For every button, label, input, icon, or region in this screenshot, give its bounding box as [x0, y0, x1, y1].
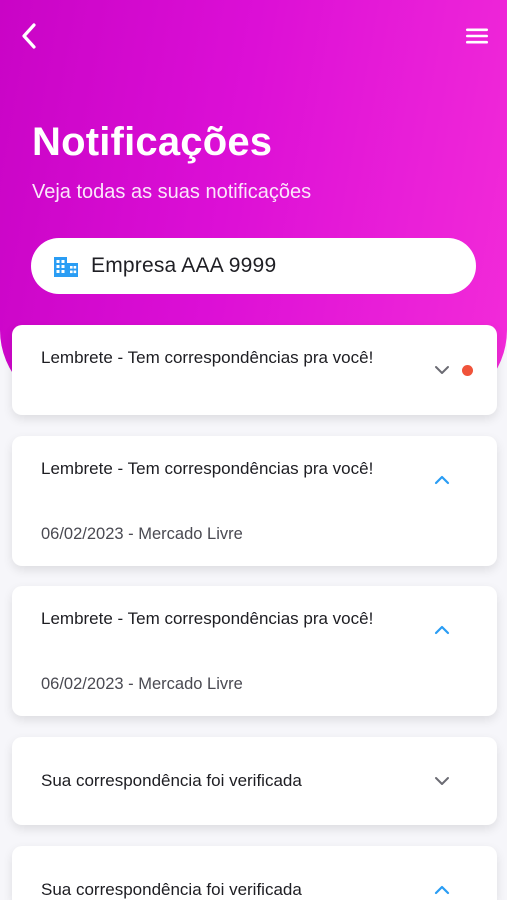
- notification-card[interactable]: Sua correspondência foi verificada: [12, 737, 497, 825]
- notification-card[interactable]: Lembrete - Tem correspondências pra você…: [12, 436, 497, 566]
- notification-title: Sua correspondência foi verificada: [41, 771, 302, 790]
- top-bar: [0, 0, 507, 72]
- company-name: Empresa AAA 9999: [91, 254, 277, 277]
- menu-button[interactable]: [463, 22, 491, 50]
- notification-title: Sua correspondência foi verificada: [41, 880, 302, 899]
- chevron-down-icon[interactable]: [433, 361, 451, 379]
- page-subtitle: Veja todas as suas notificações: [32, 181, 312, 203]
- chevron-left-icon: [22, 23, 36, 49]
- chevron-up-icon[interactable]: [433, 621, 451, 639]
- back-button[interactable]: [14, 20, 44, 52]
- notification-card[interactable]: Lembrete - Tem correspondências pra você…: [12, 586, 497, 716]
- notification-meta: 06/02/2023 - Mercado Livre: [41, 675, 243, 693]
- unread-dot-icon: [462, 365, 473, 376]
- notification-card[interactable]: Sua correspondência foi verificada: [12, 846, 497, 900]
- notification-meta: 06/02/2023 - Mercado Livre: [41, 525, 243, 543]
- page-title: Notificações: [32, 120, 273, 164]
- chevron-up-icon[interactable]: [433, 881, 451, 899]
- chevron-down-icon[interactable]: [433, 772, 451, 790]
- notification-title: Lembrete - Tem correspondências pra você…: [41, 609, 374, 628]
- chevron-up-icon[interactable]: [433, 471, 451, 489]
- notification-title: Lembrete - Tem correspondências pra você…: [41, 348, 374, 367]
- building-icon: [53, 254, 79, 278]
- hamburger-menu-icon: [466, 28, 488, 44]
- company-selector[interactable]: Empresa AAA 9999: [31, 238, 476, 294]
- notification-card[interactable]: Lembrete - Tem correspondências pra você…: [12, 325, 497, 415]
- notification-title: Lembrete - Tem correspondências pra você…: [41, 459, 374, 478]
